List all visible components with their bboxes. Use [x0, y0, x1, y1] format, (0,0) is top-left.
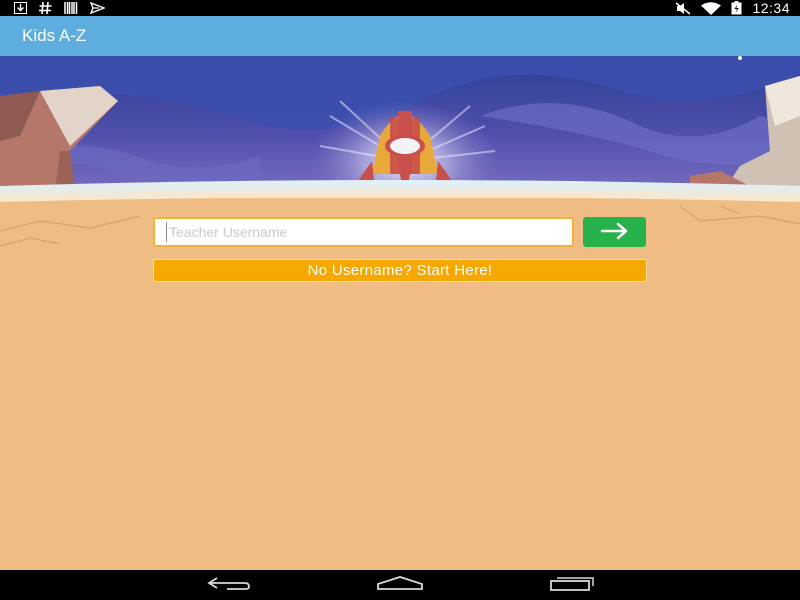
system-nav-bar — [0, 570, 800, 600]
wifi-icon — [701, 1, 722, 15]
barcode-icon — [64, 2, 78, 14]
mute-icon — [675, 1, 691, 15]
text-cursor — [166, 222, 167, 242]
home-icon — [376, 575, 424, 596]
back-icon — [205, 575, 251, 596]
status-bar-right: 12:34 — [675, 0, 790, 16]
arrow-right-icon — [600, 222, 630, 243]
home-button[interactable] — [370, 570, 430, 600]
app-title: Kids A-Z — [22, 26, 87, 45]
clock: 12:34 — [752, 0, 790, 16]
status-bar: 12:34 — [0, 0, 800, 16]
app-bar: Kids A-Z — [0, 16, 800, 56]
back-button[interactable] — [198, 570, 258, 600]
hash-icon — [39, 2, 52, 14]
login-screen — [0, 56, 800, 570]
space-scene-background — [0, 56, 800, 570]
submit-arrow-button[interactable] — [583, 217, 646, 247]
recents-icon — [549, 575, 595, 596]
battery-icon — [731, 1, 742, 15]
recents-button[interactable] — [542, 570, 602, 600]
start-here-button[interactable]: No Username? Start Here! — [153, 259, 647, 282]
teacher-username-input[interactable] — [153, 217, 574, 247]
send-icon — [90, 2, 105, 14]
status-bar-left — [14, 0, 105, 16]
download-icon — [14, 2, 27, 14]
